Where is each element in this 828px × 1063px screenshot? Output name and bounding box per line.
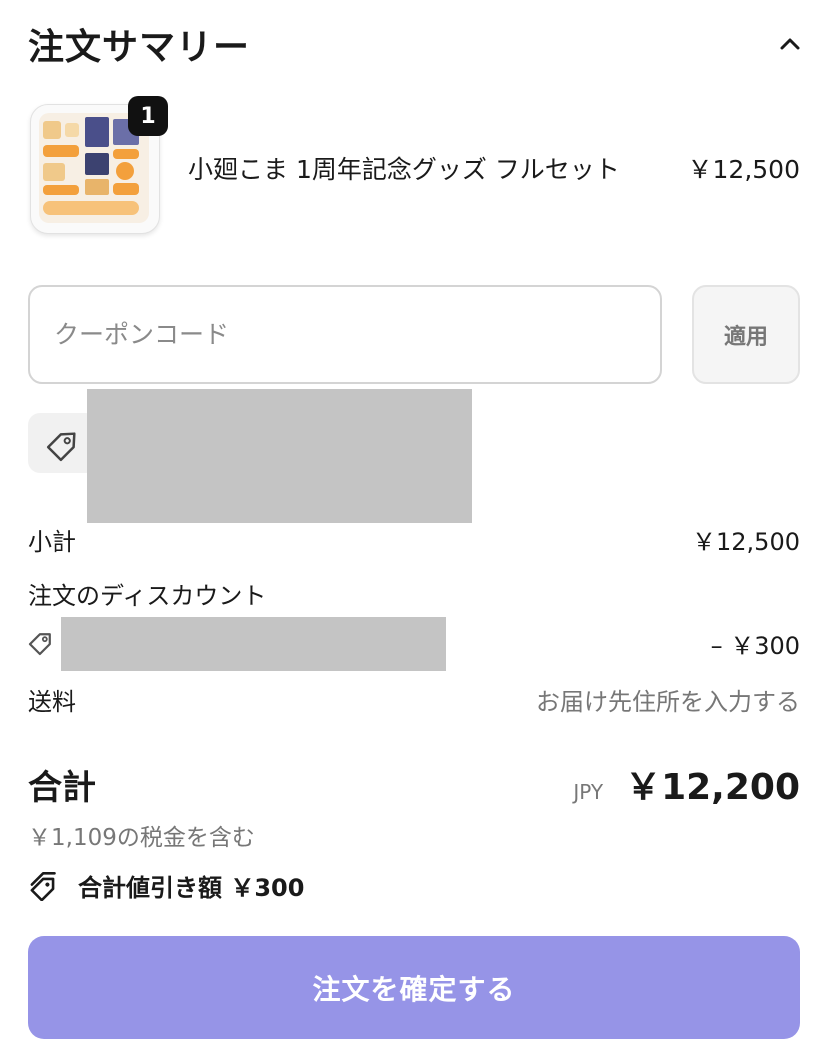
- total-amount: ￥12,200: [625, 767, 800, 808]
- tax-note: ￥1,109の税金を含む: [28, 825, 255, 851]
- subtotal-value: ￥12,500: [692, 528, 800, 556]
- total-savings: 合計値引き額 ￥300: [28, 868, 304, 903]
- order-discount-label: 注文のディスカウント: [28, 582, 267, 610]
- total-amount-group: JPY ￥12,200: [573, 758, 800, 810]
- coupon-code-input[interactable]: [28, 285, 662, 384]
- total-currency: JPY: [573, 780, 604, 804]
- quantity-badge: 1: [128, 96, 168, 136]
- discount-tag-icon: [28, 633, 51, 656]
- shipping-label: 送料: [28, 688, 76, 716]
- redacted-discount-code: [61, 617, 446, 671]
- product-name: 小廻こま 1周年記念グッズ フルセット: [188, 155, 620, 184]
- apply-coupon-button[interactable]: 適用: [692, 285, 800, 384]
- subtotal-label: 小計: [28, 528, 76, 556]
- tags-icon: [30, 871, 56, 901]
- total-savings-text: 合計値引き額 ￥300: [78, 874, 305, 902]
- shipping-value: お届け先住所を入力する: [536, 688, 800, 716]
- redacted-block: [87, 389, 472, 523]
- order-summary-title: 注文サマリー: [28, 27, 251, 68]
- order-discount-value: – ￥300: [710, 632, 800, 660]
- product-price: ￥12,500: [687, 155, 800, 184]
- confirm-order-button[interactable]: 注文を確定する: [28, 936, 800, 1039]
- chevron-up-icon[interactable]: [776, 34, 804, 54]
- total-label: 合計: [28, 768, 96, 808]
